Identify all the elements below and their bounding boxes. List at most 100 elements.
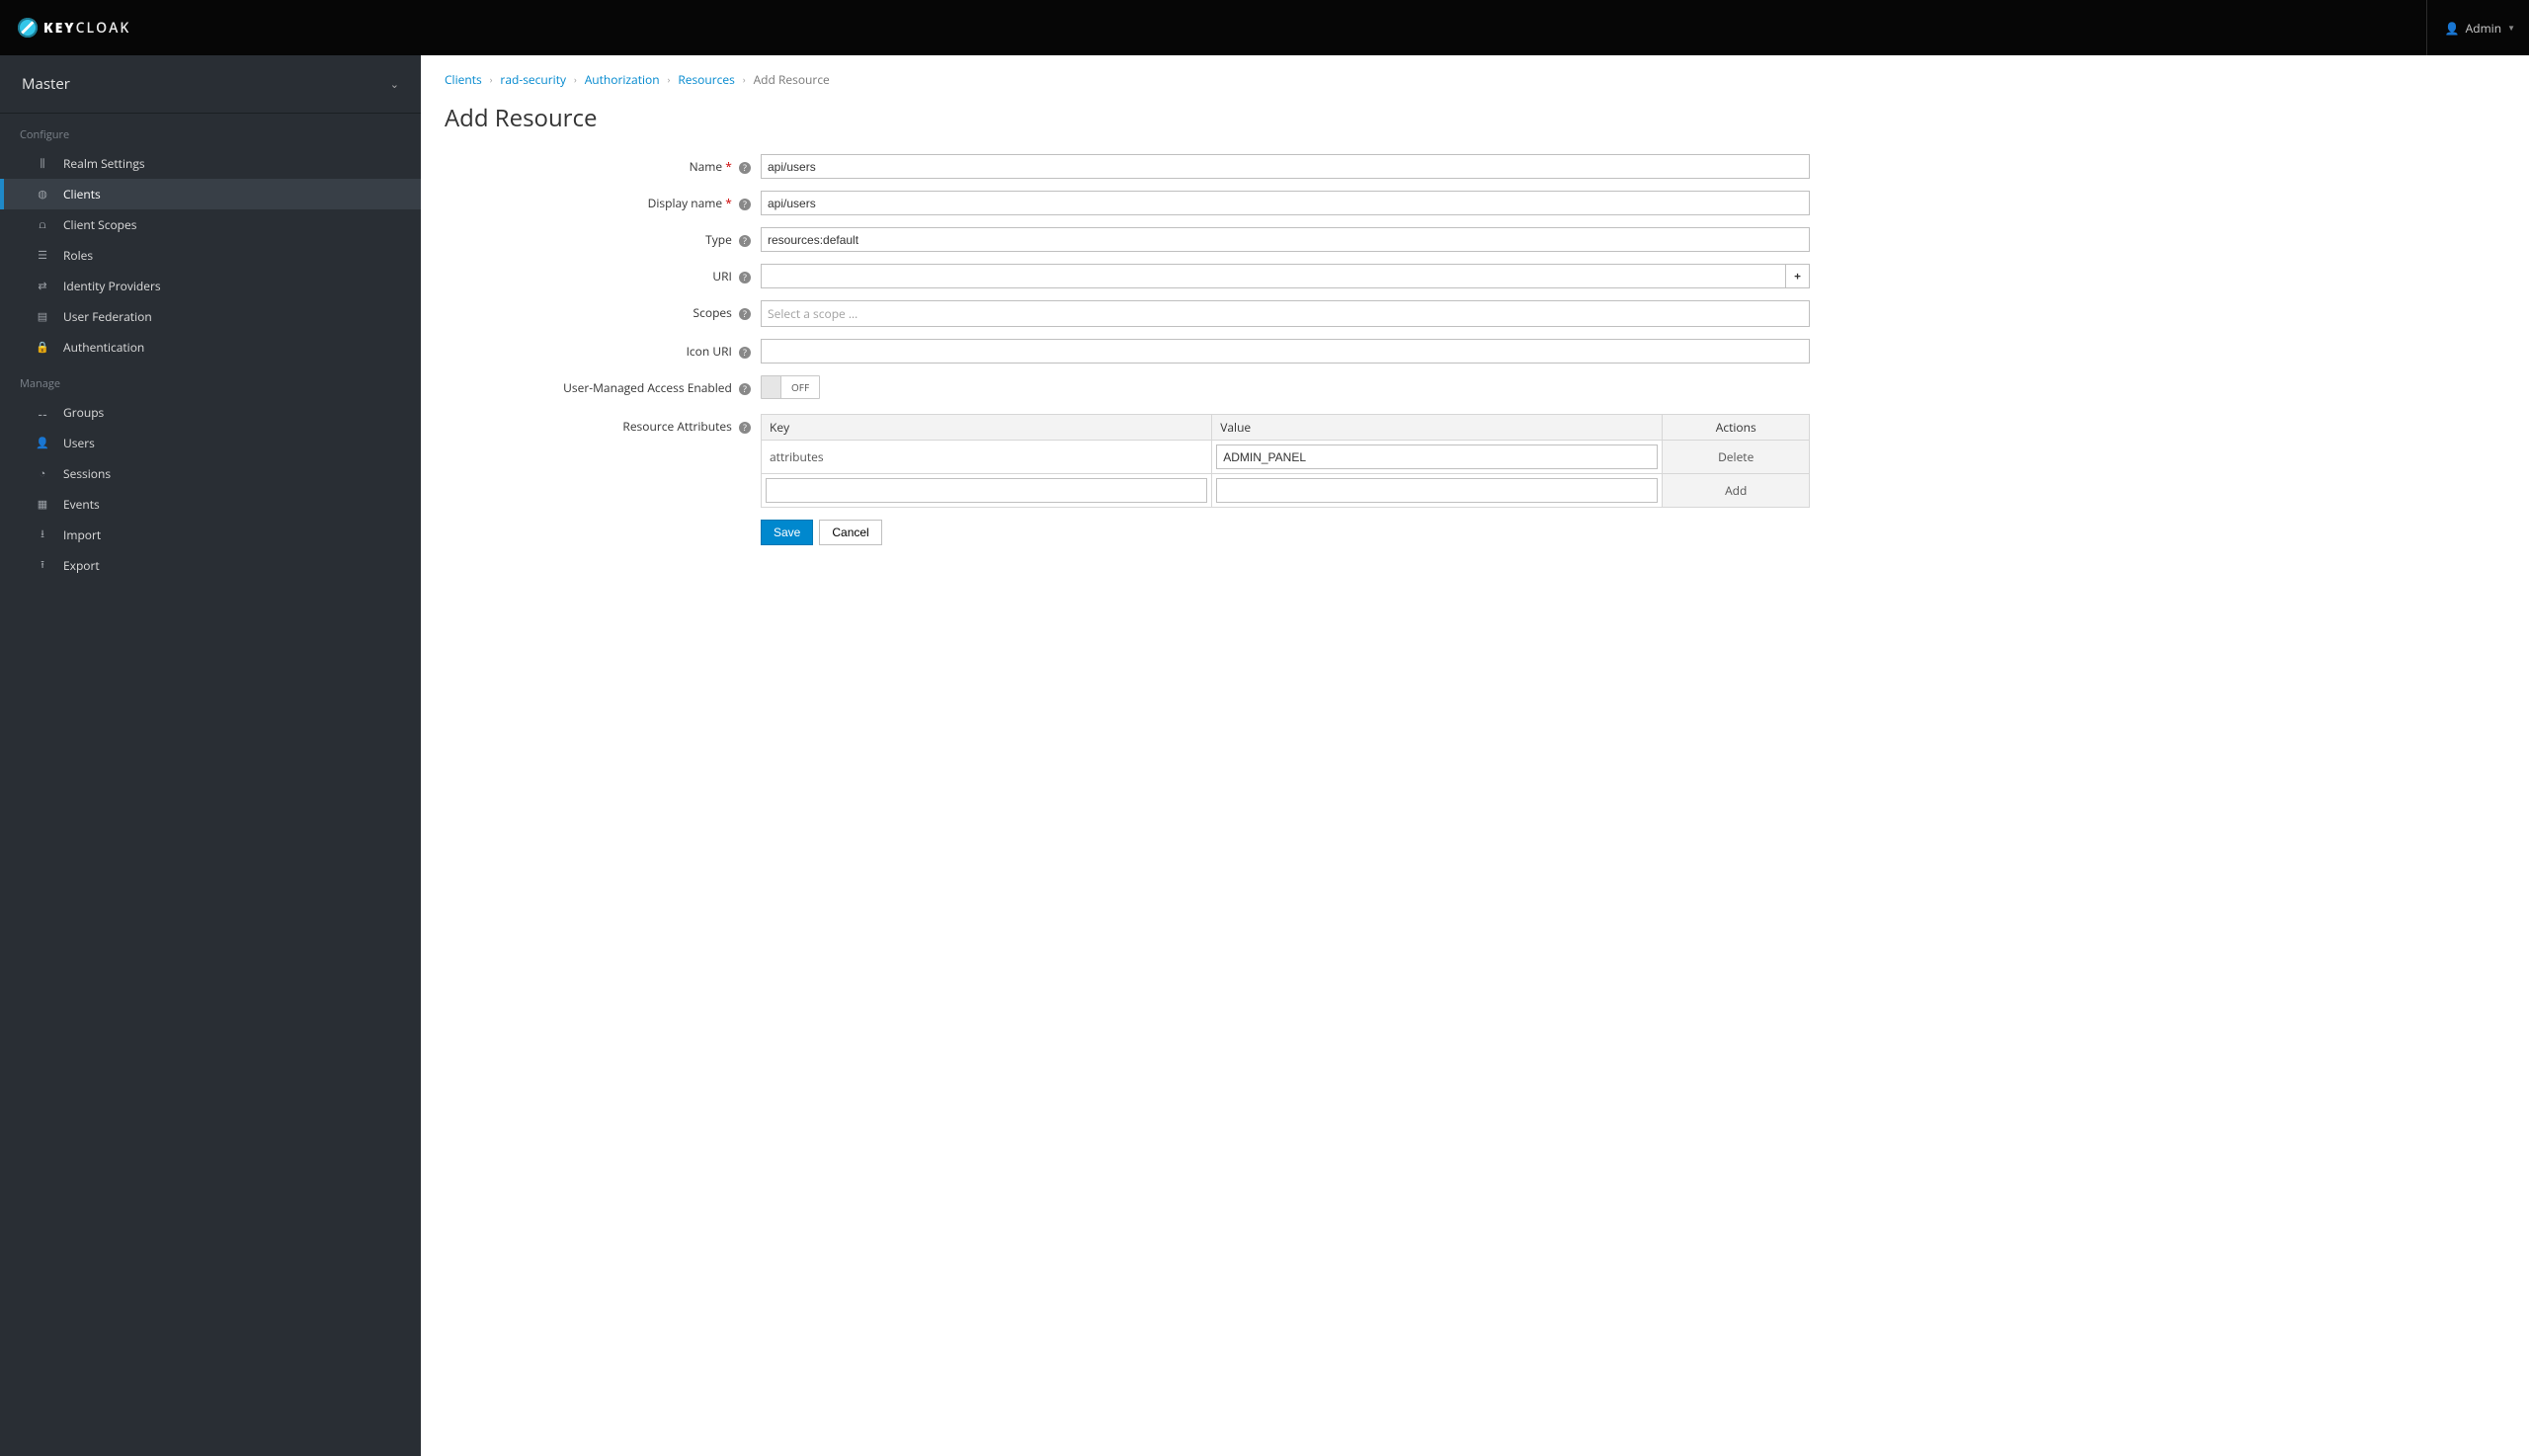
- sidebar-item-import[interactable]: ⭳Import: [0, 520, 421, 550]
- sidebar-item-realm-settings[interactable]: ⫼Realm Settings: [0, 148, 421, 179]
- label-uma: User-Managed Access Enabled ?: [445, 375, 761, 396]
- sidebar-item-authentication[interactable]: 🔒Authentication: [0, 332, 421, 363]
- label-icon-uri-text: Icon URI: [687, 343, 732, 360]
- help-icon[interactable]: ?: [739, 347, 751, 359]
- sidebar-item-users[interactable]: 👤Users: [0, 428, 421, 458]
- sidebar-item-label: Realm Settings: [38, 155, 145, 172]
- attr-value-input[interactable]: [1216, 478, 1658, 503]
- user-icon: 👤: [2445, 20, 2460, 37]
- sidebar-item-label: Authentication: [38, 339, 144, 356]
- import-icon: ⭳: [36, 526, 49, 544]
- section-manage-label: Manage: [0, 363, 421, 397]
- sliders-icon: ⫼: [36, 156, 49, 171]
- sidebar-item-identity-providers[interactable]: ⇄Identity Providers: [0, 271, 421, 301]
- label-name-text: Name: [690, 158, 723, 175]
- required-marker: *: [725, 158, 732, 175]
- label-icon-uri: Icon URI ?: [445, 339, 761, 360]
- globe-icon: ◍: [36, 187, 49, 202]
- attr-value-input[interactable]: [1216, 445, 1658, 469]
- sidebar-item-sessions[interactable]: ◔Sessions: [0, 458, 421, 489]
- list-icon: ☰: [36, 248, 49, 263]
- chevron-right-icon: ›: [668, 73, 671, 86]
- breadcrumb-item[interactable]: Clients: [445, 71, 482, 88]
- user-label: Admin: [2466, 20, 2501, 37]
- exchange-icon: ⇄: [36, 279, 49, 293]
- type-input[interactable]: [761, 227, 1810, 252]
- label-scopes-text: Scopes: [693, 304, 732, 321]
- lock-icon: 🔒: [36, 340, 49, 355]
- help-icon[interactable]: ?: [739, 235, 751, 247]
- plus-icon: +: [1794, 268, 1801, 284]
- logo-text-b: CLOAK: [76, 19, 131, 38]
- col-value: Value: [1212, 415, 1663, 441]
- help-icon[interactable]: ?: [739, 199, 751, 210]
- label-display-name: Display name * ?: [445, 191, 761, 211]
- section-configure-label: Configure: [0, 114, 421, 148]
- breadcrumb-item[interactable]: Resources: [678, 71, 735, 88]
- help-icon[interactable]: ?: [739, 422, 751, 434]
- chevron-right-icon: ›: [743, 73, 746, 86]
- add-uri-button[interactable]: +: [1786, 264, 1810, 288]
- attr-key-text: attributes: [762, 441, 1212, 474]
- attr-key-input[interactable]: [766, 478, 1207, 503]
- top-bar: KEYCLOAK 👤 Admin ▼: [0, 0, 2529, 55]
- realm-name: Master: [22, 74, 70, 94]
- sidebar-item-groups[interactable]: ⚋Groups: [0, 397, 421, 428]
- name-input[interactable]: [761, 154, 1810, 179]
- col-actions: Actions: [1663, 415, 1810, 441]
- toggle-state: OFF: [781, 376, 819, 398]
- display-name-input[interactable]: [761, 191, 1810, 215]
- chevron-right-icon: ›: [490, 73, 493, 86]
- sidebar-item-user-federation[interactable]: ▤User Federation: [0, 301, 421, 332]
- add-attribute-button[interactable]: Add: [1725, 482, 1747, 499]
- caret-down-icon: ▼: [2507, 23, 2515, 34]
- user-menu[interactable]: 👤 Admin ▼: [2426, 0, 2515, 55]
- breadcrumb-item[interactable]: Authorization: [585, 71, 660, 88]
- sidebar-item-clients[interactable]: ◍Clients: [0, 179, 421, 209]
- delete-attribute-button[interactable]: Delete: [1718, 448, 1754, 465]
- database-icon: ▤: [36, 309, 49, 324]
- group-icon: ⚋: [36, 405, 49, 420]
- sidebar-item-export[interactable]: ⭱Export: [0, 550, 421, 581]
- sidebar-item-label: User Federation: [38, 308, 152, 325]
- help-icon[interactable]: ?: [739, 272, 751, 283]
- sidebar-item-events[interactable]: ▦Events: [0, 489, 421, 520]
- label-attributes: Resource Attributes ?: [445, 414, 761, 435]
- label-display-name-text: Display name: [648, 195, 723, 211]
- cancel-button[interactable]: Cancel: [819, 520, 881, 545]
- label-attributes-text: Resource Attributes: [622, 418, 731, 435]
- label-uri: URI ?: [445, 264, 761, 284]
- table-row: Add: [762, 474, 1810, 508]
- toggle-knob: [762, 376, 781, 398]
- resource-form: Name * ? Display name * ?: [445, 154, 1810, 545]
- sidebar: Master ⌄ Configure ⫼Realm Settings◍Clien…: [0, 55, 421, 1456]
- icon-uri-input[interactable]: [761, 339, 1810, 364]
- breadcrumb-item: Add Resource: [754, 71, 830, 88]
- sidebar-item-roles[interactable]: ☰Roles: [0, 240, 421, 271]
- label-uri-text: URI: [712, 268, 732, 284]
- help-icon[interactable]: ?: [739, 308, 751, 320]
- table-row: attributes Delete: [762, 441, 1810, 474]
- uma-toggle[interactable]: OFF: [761, 375, 820, 399]
- chevron-down-icon: ⌄: [390, 77, 399, 92]
- help-icon[interactable]: ?: [739, 383, 751, 395]
- save-button[interactable]: Save: [761, 520, 813, 545]
- realm-selector[interactable]: Master ⌄: [0, 55, 421, 114]
- label-uma-text: User-Managed Access Enabled: [563, 379, 732, 396]
- breadcrumb-item[interactable]: rad-security: [500, 71, 566, 88]
- help-icon[interactable]: ?: [739, 162, 751, 174]
- logo-text-a: KEY: [43, 19, 76, 38]
- sidebar-item-client-scopes[interactable]: ⩍Client Scopes: [0, 209, 421, 240]
- uri-input[interactable]: [761, 264, 1786, 288]
- scopes-select[interactable]: Select a scope …: [761, 300, 1810, 327]
- logo-mark-icon: [18, 18, 38, 38]
- chevron-right-icon: ›: [574, 73, 577, 86]
- scopes-placeholder: Select a scope …: [768, 305, 857, 322]
- brand-logo[interactable]: KEYCLOAK: [18, 18, 130, 38]
- required-marker: *: [725, 195, 732, 211]
- col-key: Key: [762, 415, 1212, 441]
- label-scopes: Scopes ?: [445, 300, 761, 321]
- main-content: Clients › rad-security › Authorization › Resou…: [421, 55, 2529, 1456]
- clock-icon: ◔: [36, 466, 49, 481]
- sidebar-item-label: Client Scopes: [38, 216, 136, 233]
